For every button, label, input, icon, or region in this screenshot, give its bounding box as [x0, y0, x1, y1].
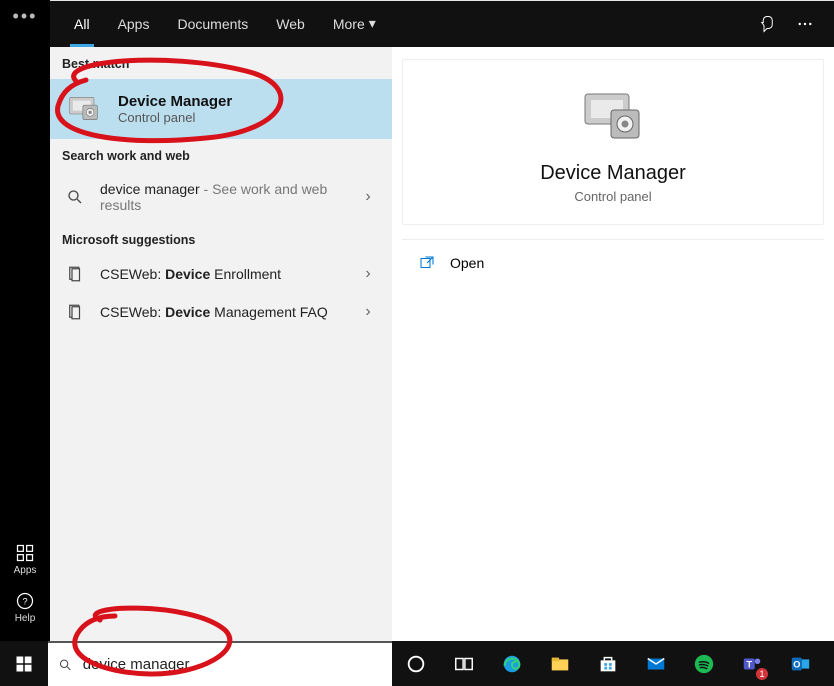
teams-icon[interactable]: T1	[728, 641, 776, 686]
store-icon[interactable]	[584, 641, 632, 686]
suggestion-text: CSEWeb: Device Management FAQ	[100, 304, 344, 320]
tab-all[interactable]: All	[60, 1, 104, 47]
page-icon	[64, 265, 86, 283]
best-match-subtitle: Control panel	[118, 110, 232, 125]
best-match-result[interactable]: Device Manager Control panel	[50, 79, 392, 139]
sidebar-help-button[interactable]: ? Help	[0, 583, 50, 631]
file-explorer-icon[interactable]	[536, 641, 584, 686]
chevron-right-icon: ›	[358, 265, 378, 283]
suggestion-row[interactable]: CSEWeb: Device Management FAQ ›	[50, 293, 392, 331]
results-list: Best match Device Manager Control panel …	[50, 47, 392, 641]
sidebar-apps-label: Apps	[14, 565, 37, 576]
feedback-icon[interactable]	[758, 15, 776, 33]
section-best-match: Best match	[50, 47, 392, 79]
open-icon	[418, 254, 436, 272]
preview-title: Device Manager	[403, 162, 823, 185]
preview-card: Device Manager Control panel	[402, 59, 824, 225]
taskbar-icons: T1 O	[392, 641, 824, 686]
taskbar: T1 O	[0, 641, 834, 686]
outlook-icon[interactable]: O	[776, 641, 824, 686]
search-icon	[58, 657, 73, 673]
svg-text:O: O	[793, 659, 800, 669]
page-icon	[64, 303, 86, 321]
taskbar-search[interactable]	[48, 641, 392, 686]
notification-badge: 1	[756, 668, 768, 680]
preview-pane: Device Manager Control panel Open	[392, 47, 834, 641]
search-topbar: All Apps Documents Web More▾	[50, 1, 834, 47]
mail-icon[interactable]	[632, 641, 680, 686]
suggestion-text: CSEWeb: Device Enrollment	[100, 266, 344, 282]
svg-text:T: T	[746, 659, 752, 669]
open-action[interactable]: Open	[402, 240, 824, 286]
chevron-right-icon: ›	[358, 303, 378, 321]
tab-documents[interactable]: Documents	[163, 1, 262, 47]
sidebar-menu-icon[interactable]: •••	[0, 6, 50, 27]
open-label: Open	[450, 255, 484, 271]
app-sidebar: ••• Apps ? Help	[0, 0, 50, 686]
task-view-icon[interactable]	[440, 641, 488, 686]
device-manager-icon	[64, 89, 104, 129]
search-panel: All Apps Documents Web More▾ Best match …	[50, 0, 834, 641]
help-icon: ?	[15, 591, 35, 611]
cortana-icon[interactable]	[392, 641, 440, 686]
start-button[interactable]	[0, 641, 48, 686]
section-search-web: Search work and web	[50, 139, 392, 171]
edge-icon[interactable]	[488, 641, 536, 686]
suggestion-row[interactable]: CSEWeb: Device Enrollment ›	[50, 255, 392, 293]
more-icon[interactable]	[796, 15, 814, 33]
svg-text:?: ?	[22, 596, 27, 606]
chevron-down-icon: ▾	[369, 0, 376, 46]
sidebar-help-label: Help	[15, 613, 36, 624]
apps-icon	[15, 543, 35, 563]
chevron-right-icon: ›	[358, 188, 378, 206]
windows-icon	[15, 655, 33, 673]
tab-web[interactable]: Web	[262, 1, 319, 47]
search-icon	[64, 188, 86, 206]
preview-subtitle: Control panel	[403, 189, 823, 204]
preview-icon	[403, 90, 823, 144]
section-ms-suggestions: Microsoft suggestions	[50, 223, 392, 255]
web-search-text: device manager - See work and web result…	[100, 181, 344, 213]
tab-more[interactable]: More▾	[319, 1, 390, 47]
tab-apps[interactable]: Apps	[104, 1, 164, 47]
web-search-result[interactable]: device manager - See work and web result…	[50, 171, 392, 223]
spotify-icon[interactable]	[680, 641, 728, 686]
sidebar-apps-button[interactable]: Apps	[0, 535, 50, 583]
best-match-title: Device Manager	[118, 93, 232, 110]
search-input[interactable]	[83, 656, 382, 673]
search-tabs: All Apps Documents Web More▾	[60, 1, 390, 47]
